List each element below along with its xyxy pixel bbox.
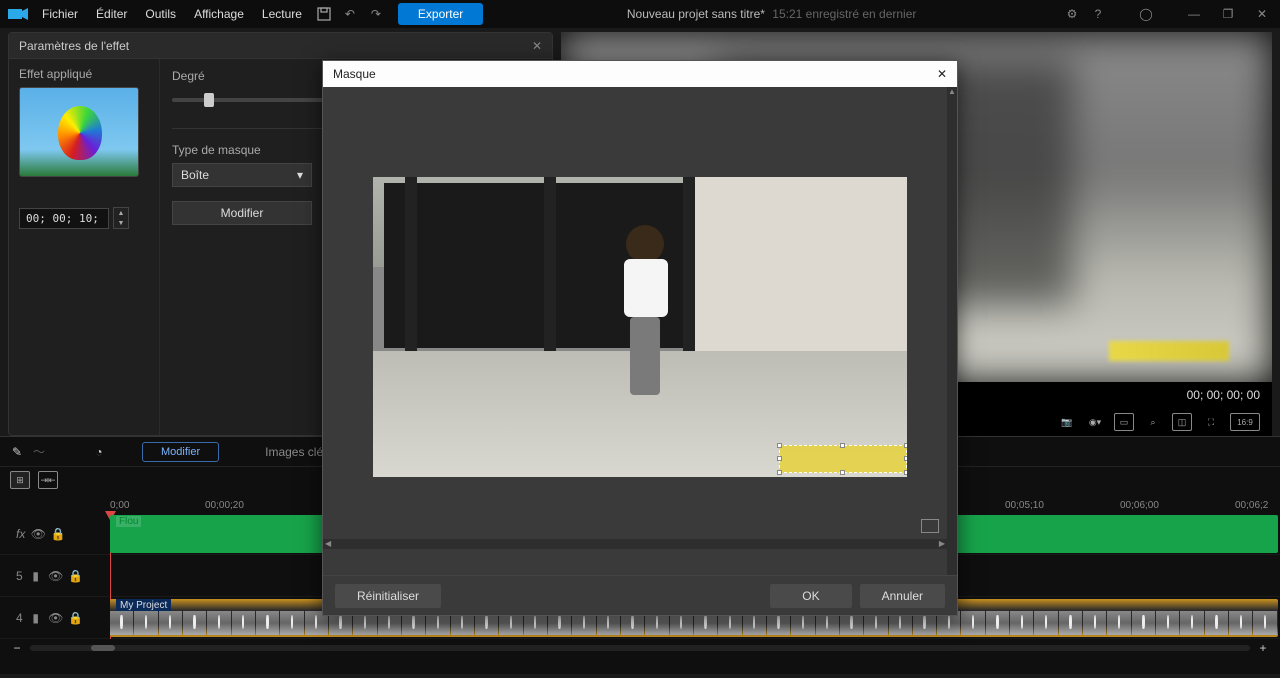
- export-button[interactable]: Exporter: [398, 3, 483, 25]
- project-title: Nouveau projet sans titre* 15:21 enregis…: [485, 7, 1058, 21]
- project-title-text: Nouveau projet sans titre*: [627, 7, 765, 21]
- ok-button[interactable]: OK: [770, 584, 851, 608]
- effect-timecode-input[interactable]: [19, 208, 109, 229]
- app-logo: [6, 4, 32, 24]
- preview-timecode: 00; 00; 00; 00: [1187, 388, 1260, 402]
- track-lock-icon[interactable]: 🔒: [51, 527, 65, 541]
- mask-type-select[interactable]: Boîte ▾: [172, 163, 312, 187]
- account-icon[interactable]: ◯: [1134, 2, 1158, 26]
- menu-affichage[interactable]: Affichage: [186, 3, 252, 25]
- timecode-spinner[interactable]: ▲▼: [113, 207, 129, 229]
- timeline-keyframe-icon[interactable]: ◔: [92, 445, 106, 459]
- playback-quality-icon[interactable]: ◉▾: [1086, 413, 1104, 431]
- minimize-icon[interactable]: —: [1182, 2, 1206, 26]
- menu-outils[interactable]: Outils: [137, 3, 184, 25]
- mask-dialog: Masque ✕ ▲ ◀▶: [322, 60, 958, 616]
- zoom-icon[interactable]: ⌕: [1144, 413, 1162, 431]
- dialog-title-text: Masque: [333, 67, 376, 81]
- track-visibility-icon[interactable]: 👁: [49, 611, 63, 625]
- close-icon[interactable]: ✕: [1250, 2, 1274, 26]
- snapshot-icon[interactable]: 📷: [1058, 413, 1076, 431]
- maximize-icon[interactable]: ❐: [1216, 2, 1240, 26]
- modify-mask-button[interactable]: Modifier: [172, 201, 312, 225]
- ruler-mark: 00;06;00: [1120, 500, 1159, 511]
- timeline-tool-icon[interactable]: ✎: [10, 445, 24, 459]
- clip-label: Flou: [116, 516, 141, 527]
- top-menubar: Fichier Éditer Outils Affichage Lecture …: [0, 0, 1280, 28]
- mask-type-value: Boîte: [181, 168, 209, 182]
- cancel-button[interactable]: Annuler: [860, 584, 945, 608]
- timeline-zoom-slider[interactable]: [30, 645, 1250, 651]
- saved-timestamp: 15:21 enregistré en dernier: [772, 7, 916, 21]
- dancer-figure: [624, 231, 666, 401]
- panel-title: Paramètres de l'effet: [19, 39, 129, 53]
- menu-fichier[interactable]: Fichier: [34, 3, 86, 25]
- panel-close-icon[interactable]: ✕: [532, 39, 542, 53]
- ruler-mark: 00;06;2: [1235, 500, 1268, 511]
- dialog-close-icon[interactable]: ✕: [937, 67, 947, 81]
- zoom-in-icon[interactable]: +: [1256, 641, 1270, 655]
- timeline-modify-button[interactable]: Modifier: [142, 442, 219, 462]
- menu-lecture[interactable]: Lecture: [254, 3, 310, 25]
- track-lock-icon[interactable]: 🔒: [69, 569, 83, 583]
- track5-label: 5: [16, 569, 23, 583]
- effect-thumbnail[interactable]: [19, 87, 139, 177]
- track4-label: 4: [16, 611, 23, 625]
- timeline-view-icon-2[interactable]: ⇥⇤: [38, 471, 58, 489]
- ruler-mark: 00;05;10: [1005, 500, 1044, 511]
- dialog-hscrollbar[interactable]: ◀▶: [323, 539, 947, 549]
- track-visibility-icon[interactable]: 👁: [49, 569, 63, 583]
- chevron-down-icon: ▾: [297, 168, 303, 182]
- track-camera-icon[interactable]: ▮: [29, 611, 43, 625]
- save-icon[interactable]: [312, 2, 336, 26]
- zoom-out-icon[interactable]: −: [10, 641, 24, 655]
- track-camera-icon[interactable]: ▮: [29, 569, 43, 583]
- ruler-mark: 00;00;20: [205, 500, 244, 511]
- fullscreen-icon[interactable]: ⛶: [1202, 413, 1220, 431]
- mask-canvas[interactable]: [373, 177, 907, 477]
- preview-mode-icon[interactable]: ▭: [1114, 413, 1134, 431]
- applied-effect-label: Effet appliqué: [19, 67, 149, 81]
- track-lock-icon[interactable]: 🔒: [69, 611, 83, 625]
- timeline-brush-icon[interactable]: ～: [32, 445, 46, 459]
- undo-icon[interactable]: ↶: [338, 2, 362, 26]
- timeline-tab-images[interactable]: Images clés: [265, 445, 329, 459]
- track-visibility-icon[interactable]: 👁: [31, 527, 45, 541]
- masked-region-preview: [1109, 341, 1229, 361]
- menu-editer[interactable]: Éditer: [88, 3, 135, 25]
- track-fx-label: fx: [16, 527, 25, 541]
- redo-icon[interactable]: ↷: [364, 2, 388, 26]
- mask-rectangle[interactable]: [779, 445, 907, 473]
- reset-button[interactable]: Réinitialiser: [335, 584, 441, 608]
- help-icon[interactable]: ?: [1086, 2, 1110, 26]
- aspect-ratio-badge[interactable]: 16:9: [1230, 413, 1260, 431]
- timeline-view-icon-1[interactable]: ⊞: [10, 471, 30, 489]
- ruler-mark: 0;00: [110, 500, 129, 511]
- video-frame: [373, 177, 907, 477]
- dialog-vscrollbar[interactable]: ▲: [947, 87, 957, 575]
- split-view-icon[interactable]: ◫: [1172, 413, 1192, 431]
- settings-icon[interactable]: ⚙: [1060, 2, 1084, 26]
- canvas-aspect-icon[interactable]: [921, 519, 939, 533]
